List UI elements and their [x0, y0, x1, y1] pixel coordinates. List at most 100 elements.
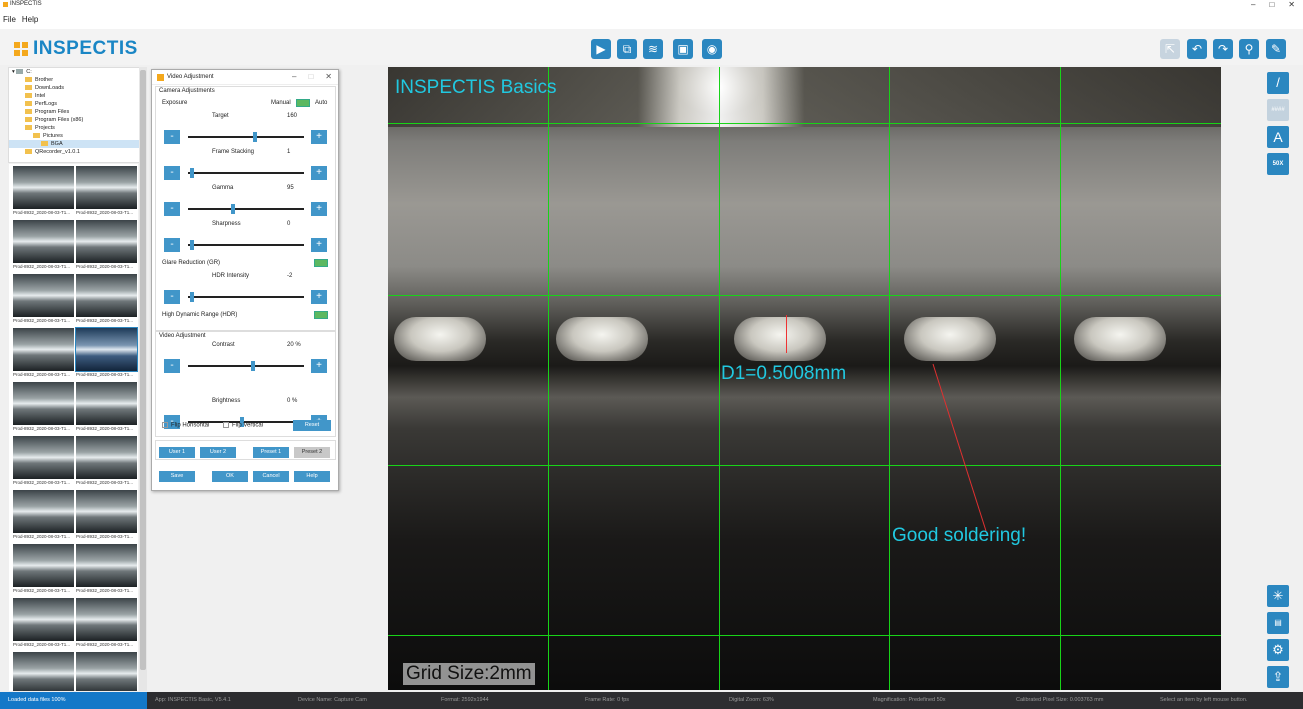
target-increase-button[interactable]: + [311, 130, 327, 144]
tree-item[interactable]: Intel [9, 92, 145, 100]
thumbnail-item[interactable]: Prod-8932_2020-08-03-T1... [76, 382, 137, 434]
thumbnail-item[interactable]: Prod-8932_2020-08-03-T1... [13, 490, 74, 542]
gamma-slider[interactable] [188, 208, 304, 210]
hdr-increase-button[interactable]: + [311, 290, 327, 304]
thumbnail-item[interactable]: Prod-8932_2020-08-03-T1... [76, 166, 137, 218]
thumbnail-item[interactable]: Prod-8932_2020-08-03-T1... [75, 327, 138, 380]
zoom-icon[interactable]: ⚲ [1239, 39, 1259, 59]
help-button[interactable]: Help [294, 471, 330, 482]
thumbnail-item[interactable]: Prod-8932_2020-08-03-T1... [13, 274, 74, 326]
frame-slider-handle[interactable] [190, 168, 195, 178]
cancel-button[interactable]: Cancel [253, 471, 289, 482]
play-icon[interactable]: ▶ [591, 39, 611, 59]
dialog-maximize[interactable]: □ [308, 72, 313, 81]
tree-item[interactable]: Projects [9, 124, 145, 132]
sharp-slider[interactable] [188, 244, 304, 246]
thumbnail-item[interactable]: Prod-8932_2020-08-03-T1... [13, 544, 74, 596]
undo-icon[interactable]: ↶ [1187, 39, 1207, 59]
target-slider[interactable] [188, 136, 304, 138]
video-adjustment-dialog: Video Adjustment – □ ✕ Camera Adjustments … [151, 69, 339, 491]
frame-decrease-button[interactable]: - [164, 166, 180, 180]
frame-increase-button[interactable]: + [311, 166, 327, 180]
tree-item[interactable]: Program Files [9, 108, 145, 116]
thumbnail-item[interactable]: Prod-8932_2020-08-03-T1... [13, 652, 74, 691]
minimize-button[interactable]: – [1251, 0, 1255, 9]
thumbnail-item[interactable]: Prod-8932_2020-08-03-T1... [76, 274, 137, 326]
flip-horizontal-checkbox[interactable]: Flip Horisontal [162, 422, 209, 429]
export-icon[interactable]: ⇪ [1267, 666, 1289, 688]
thumbnail-scrollbar[interactable] [139, 67, 147, 691]
eraser-icon[interactable]: ✎ [1266, 39, 1286, 59]
tree-item[interactable]: PerfLogs [9, 100, 145, 108]
line-tool-icon[interactable]: / [1267, 72, 1289, 94]
camera-view[interactable]: INSPECTIS Basics D1=0.5008mm Good solder… [388, 67, 1221, 690]
maximize-button[interactable]: □ [1269, 0, 1274, 9]
thumbnail-item[interactable]: Prod-8932_2020-08-03-T1... [13, 220, 74, 272]
hdr-slider[interactable] [188, 296, 304, 298]
thumbnail-item[interactable]: Prod-8932_2020-08-03-T1... [13, 328, 74, 380]
gamma-increase-button[interactable]: + [311, 202, 327, 216]
frame-slider[interactable] [188, 172, 304, 174]
select-icon[interactable]: ⇱ [1160, 39, 1180, 59]
exposure-toggle[interactable] [296, 99, 310, 107]
target-decrease-button[interactable]: - [164, 130, 180, 144]
thumbnail-item[interactable]: Prod-8932_2020-08-03-T1... [13, 166, 74, 218]
gamma-decrease-button[interactable]: - [164, 202, 180, 216]
dialog-minimize[interactable]: – [292, 72, 296, 81]
thumbnail-image [76, 652, 137, 691]
thumbnail-caption: Prod-8932_2020-08-03-T1... [76, 480, 134, 485]
thumbnail-item[interactable]: Prod-8932_2020-08-03-T1... [76, 652, 137, 691]
hdr-toggle-label: High Dynamic Range (HDR) [162, 312, 238, 318]
save-icon[interactable]: ▣ [673, 39, 693, 59]
grid-tool-icon[interactable]: #### [1267, 99, 1289, 121]
tree-root[interactable]: ▾ C: [9, 68, 145, 76]
ruler-icon[interactable]: ▤ [1267, 612, 1289, 634]
gamma-slider-handle[interactable] [230, 204, 235, 214]
thumbnail-item[interactable]: Prod-8932_2020-08-03-T1... [13, 598, 74, 650]
thumbnail-item[interactable]: Prod-8932_2020-08-03-T1... [13, 382, 74, 434]
target-slider-handle[interactable] [252, 132, 257, 142]
tree-item[interactable]: DownLoads [9, 84, 145, 92]
thumbnail-item[interactable]: Prod-8932_2020-08-03-T1... [13, 436, 74, 488]
thumbnail-item[interactable]: Prod-8932_2020-08-03-T1... [76, 544, 137, 596]
stack-icon[interactable]: ≋ [643, 39, 663, 59]
hdr-decrease-button[interactable]: - [164, 290, 180, 304]
camera-icon[interactable]: ◉ [702, 39, 722, 59]
tree-item[interactable]: Program Files (x86) [9, 116, 145, 124]
capture-series-icon[interactable]: ⧉ [617, 39, 637, 59]
tree-item[interactable]: QRecorder_v1.0.1 [9, 148, 145, 156]
hdr-slider-handle[interactable] [190, 292, 195, 302]
light-icon[interactable]: ✳ [1267, 585, 1289, 607]
user2-button[interactable]: User 2 [200, 447, 236, 458]
preset2-button[interactable]: Preset 2 [294, 447, 330, 458]
sharp-slider-handle[interactable] [190, 240, 195, 250]
redo-icon[interactable]: ↷ [1213, 39, 1233, 59]
view-title[interactable]: INSPECTIS Basics [395, 77, 557, 99]
tree-item-selected[interactable]: BGA [9, 140, 145, 148]
text-tool-icon[interactable]: A [1267, 126, 1289, 148]
close-button[interactable]: ✕ [1288, 0, 1295, 9]
thumbnail-item[interactable]: Prod-8932_2020-08-03-T1... [76, 598, 137, 650]
preset1-button[interactable]: Preset 1 [253, 447, 289, 458]
sharp-increase-button[interactable]: + [311, 238, 327, 252]
tree-item[interactable]: Brother [9, 76, 145, 84]
magnification-button[interactable]: 50X [1267, 153, 1289, 175]
ok-button[interactable]: OK [212, 471, 248, 482]
thumbnail-item[interactable]: Prod-8932_2020-08-03-T1... [76, 436, 137, 488]
sharp-decrease-button[interactable]: - [164, 238, 180, 252]
reset-button[interactable]: Reset [293, 420, 331, 431]
thumbnail-item[interactable]: Prod-8932_2020-08-03-T1... [76, 220, 137, 272]
hdr-toggle[interactable] [314, 311, 328, 319]
camera-settings-icon[interactable]: ⚙ [1267, 639, 1289, 661]
measurement-label[interactable]: D1=0.5008mm [721, 363, 846, 385]
menu-file[interactable]: File [3, 15, 16, 24]
menu-help[interactable]: Help [22, 15, 38, 24]
tree-item[interactable]: Pictures [9, 132, 145, 140]
dialog-close[interactable]: ✕ [325, 72, 332, 81]
glare-toggle[interactable] [314, 259, 328, 267]
flip-vertical-checkbox[interactable]: Flip Vertical [223, 422, 263, 429]
thumbnail-item[interactable]: Prod-8932_2020-08-03-T1... [76, 490, 137, 542]
user1-button[interactable]: User 1 [159, 447, 195, 458]
save-button[interactable]: Save [159, 471, 195, 482]
annotation-text[interactable]: Good soldering! [892, 525, 1026, 547]
